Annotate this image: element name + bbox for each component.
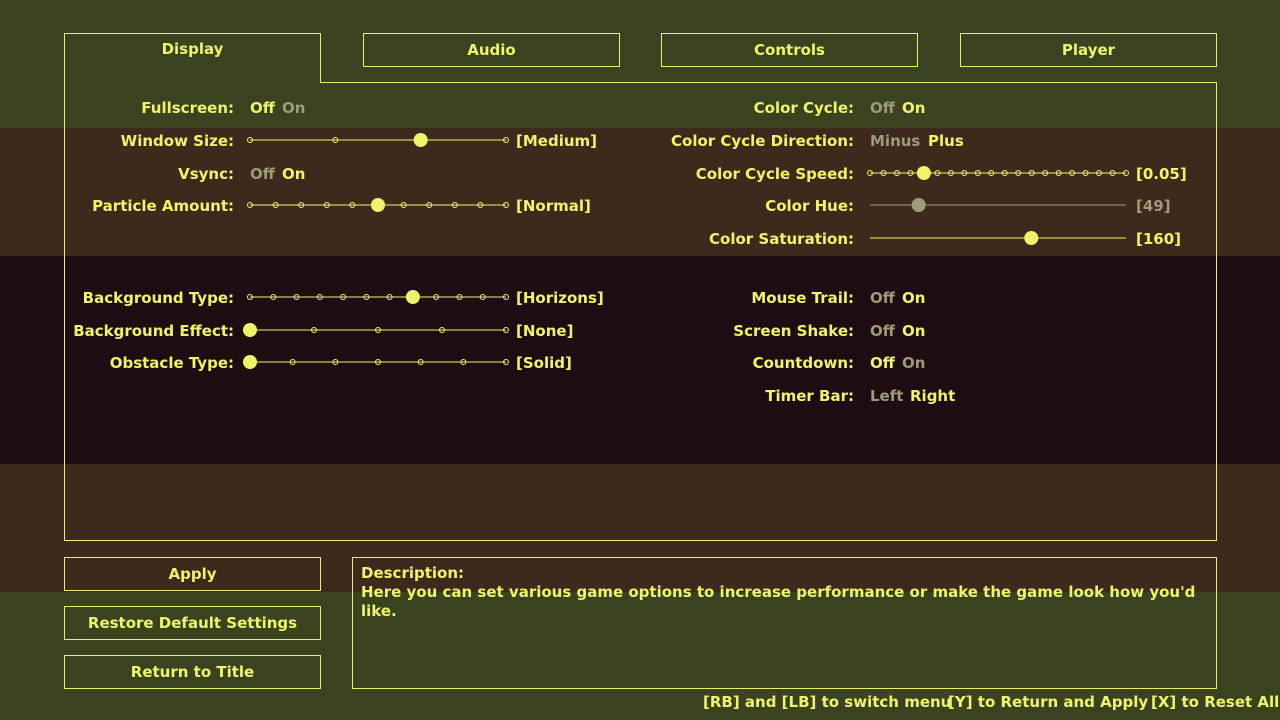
color-cycle-on[interactable]: On xyxy=(902,99,925,117)
slider-knob[interactable] xyxy=(916,166,931,180)
color-cycle-speed-value: [0.05] xyxy=(1136,165,1187,183)
apply-button[interactable]: Apply xyxy=(64,557,321,591)
slider-knob[interactable] xyxy=(243,355,257,369)
color-cycle-direction-minus[interactable]: Minus xyxy=(870,132,920,150)
color-cycle-label: Color Cycle: xyxy=(753,99,854,117)
color-cycle-speed-label: Color Cycle Speed: xyxy=(695,165,854,183)
screen-shake-on[interactable]: On xyxy=(902,322,925,340)
slider-knob[interactable] xyxy=(243,323,257,337)
color-saturation-label: Color Saturation: xyxy=(709,230,854,248)
particle-amount-slider[interactable] xyxy=(247,198,509,212)
hint-return-apply: [Y] to Return and Apply xyxy=(948,693,1149,711)
return-to-title-button[interactable]: Return to Title xyxy=(64,655,321,689)
tab-controls-label: Controls xyxy=(754,41,825,59)
color-cycle-direction-label: Color Cycle Direction: xyxy=(671,132,854,150)
countdown-on[interactable]: On xyxy=(902,354,925,372)
slider-knob[interactable] xyxy=(371,198,385,212)
fullscreen-label: Fullscreen: xyxy=(141,99,234,117)
slider-knob[interactable] xyxy=(413,133,428,147)
slider-knob[interactable] xyxy=(1024,231,1039,245)
hint-switch-menu: [RB] and [LB] to switch menu xyxy=(703,693,952,711)
tab-player-label: Player xyxy=(1061,41,1116,59)
description-text: Here you can set various game options to… xyxy=(361,583,1196,620)
timer-bar-label: Timer Bar: xyxy=(765,387,854,405)
restore-defaults-button[interactable]: Restore Default Settings xyxy=(64,606,321,640)
vsync-on[interactable]: On xyxy=(282,165,305,183)
vsync-off[interactable]: Off xyxy=(250,165,275,183)
window-size-slider[interactable] xyxy=(247,133,509,147)
fullscreen-on[interactable]: On xyxy=(282,99,305,117)
mouse-trail-on[interactable]: On xyxy=(902,289,925,307)
timer-bar-left[interactable]: Left xyxy=(870,387,903,405)
color-saturation-value: [160] xyxy=(1136,230,1182,248)
apply-button-label: Apply xyxy=(168,565,217,583)
timer-bar-right[interactable]: Right xyxy=(910,387,955,405)
slider-knob[interactable] xyxy=(911,198,926,212)
obstacle-type-label: Obstacle Type: xyxy=(109,354,234,372)
screen-shake-off[interactable]: Off xyxy=(870,322,895,340)
description-box: Description: Here you can set various ga… xyxy=(352,557,1217,689)
tab-display[interactable]: Display xyxy=(64,33,321,83)
slider-knob[interactable] xyxy=(405,290,420,304)
particle-amount-value: [Normal] xyxy=(516,197,591,215)
background-effect-value: [None] xyxy=(516,322,574,340)
color-cycle-direction-plus[interactable]: Plus xyxy=(928,132,964,150)
color-hue-slider[interactable] xyxy=(870,198,1126,212)
screen-shake-label: Screen Shake: xyxy=(733,322,854,340)
tab-audio[interactable]: Audio xyxy=(363,33,620,67)
countdown-label: Countdown: xyxy=(752,354,854,372)
window-size-value: [Medium] xyxy=(516,132,597,150)
tab-display-label: Display xyxy=(161,40,224,58)
vsync-label: Vsync: xyxy=(178,165,234,183)
fullscreen-off[interactable]: Off xyxy=(250,99,275,117)
color-hue-value: [49] xyxy=(1136,197,1171,215)
obstacle-type-value: [Solid] xyxy=(516,354,572,372)
color-saturation-slider[interactable] xyxy=(870,231,1126,245)
color-hue-label: Color Hue: xyxy=(765,197,854,215)
description-title: Description: xyxy=(361,564,465,582)
color-cycle-speed-slider[interactable] xyxy=(867,166,1129,180)
tab-audio-label: Audio xyxy=(467,41,516,59)
background-type-slider[interactable] xyxy=(247,290,509,304)
window-size-label: Window Size: xyxy=(120,132,234,150)
tab-player[interactable]: Player xyxy=(960,33,1217,67)
countdown-off[interactable]: Off xyxy=(870,354,895,372)
tab-controls[interactable]: Controls xyxy=(661,33,918,67)
background-type-label: Background Type: xyxy=(82,289,234,307)
background-type-value: [Horizons] xyxy=(516,289,604,307)
return-to-title-button-label: Return to Title xyxy=(130,663,255,681)
hint-reset-all: [X] to Reset All. xyxy=(1151,693,1280,711)
color-cycle-off[interactable]: Off xyxy=(870,99,895,117)
particle-amount-label: Particle Amount: xyxy=(92,197,234,215)
background-effect-label: Background Effect: xyxy=(73,322,234,340)
mouse-trail-off[interactable]: Off xyxy=(870,289,895,307)
mouse-trail-label: Mouse Trail: xyxy=(751,289,854,307)
restore-defaults-button-label: Restore Default Settings xyxy=(87,614,298,632)
obstacle-type-slider[interactable] xyxy=(243,355,509,369)
background-effect-slider[interactable] xyxy=(243,323,509,337)
